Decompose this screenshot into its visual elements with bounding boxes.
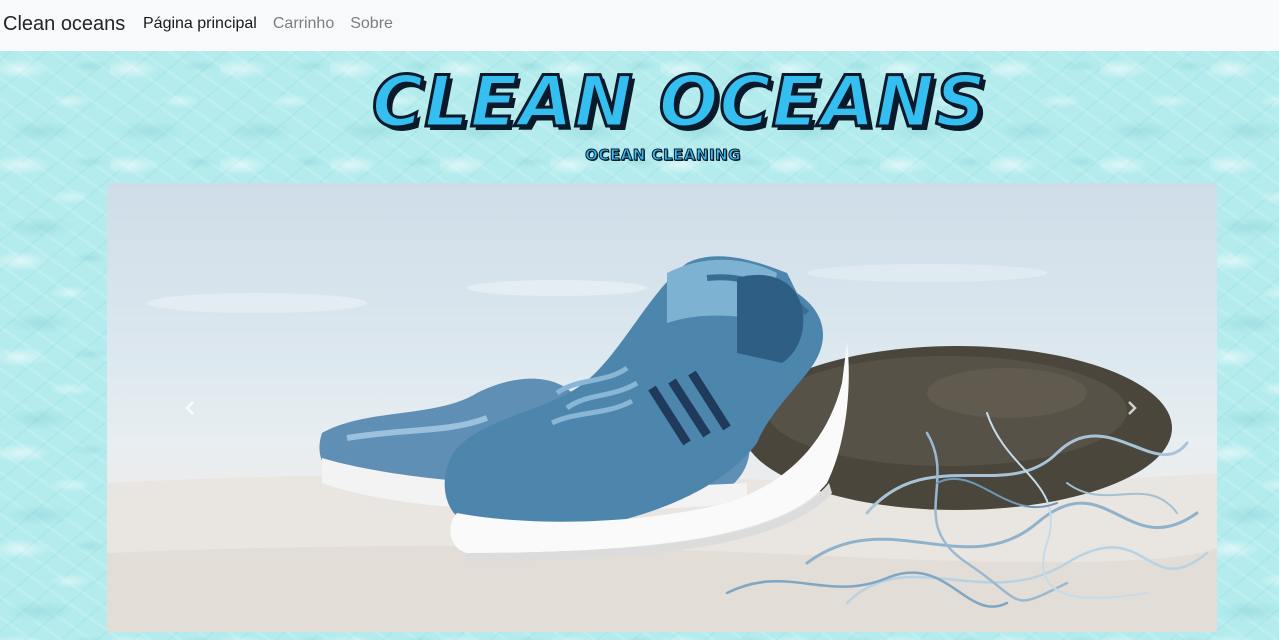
image-carousel bbox=[107, 183, 1217, 632]
carousel-next-button[interactable] bbox=[1117, 393, 1147, 423]
navbar-brand[interactable]: Clean oceans bbox=[3, 11, 125, 37]
nav-links: Página principal Carrinho Sobre bbox=[143, 13, 393, 35]
sneaker-scene-illustration bbox=[107, 256, 1217, 632]
nav-link-sobre[interactable]: Sobre bbox=[350, 13, 393, 35]
carousel-prev-button[interactable] bbox=[175, 393, 205, 423]
logo-subtitle: OCEAN CLEANING bbox=[585, 146, 741, 165]
chevron-right-icon bbox=[1128, 401, 1137, 415]
carousel-slide-image bbox=[107, 183, 1217, 632]
logo-title: CLEAN OCEANS bbox=[371, 60, 988, 145]
nav-link-pagina-principal[interactable]: Página principal bbox=[143, 13, 257, 35]
navbar: Clean oceans Página principal Carrinho S… bbox=[0, 0, 1279, 51]
chevron-left-icon bbox=[185, 401, 194, 415]
nav-link-carrinho[interactable]: Carrinho bbox=[273, 13, 334, 35]
site-logo: CLEAN OCEANS OCEAN CLEANING bbox=[371, 60, 988, 172]
